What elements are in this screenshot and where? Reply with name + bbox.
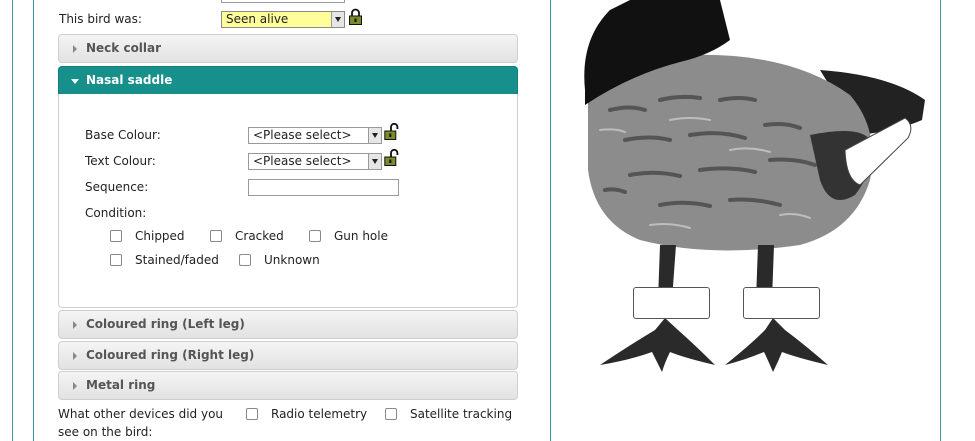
lock-open-icon[interactable]	[384, 149, 399, 166]
chevron-down-icon[interactable]	[368, 154, 381, 169]
base-colour-value: <Please select>	[253, 128, 352, 142]
chevron-right-icon	[73, 382, 77, 390]
cracked-label: Cracked	[235, 229, 284, 243]
accordion-metal-ring[interactable]: Metal ring	[58, 371, 518, 400]
devices-question-line2: see on the bird:	[58, 425, 153, 439]
right-leg-ring-slot[interactable]	[743, 287, 820, 319]
accordion-neck-collar-label: Neck collar	[86, 41, 162, 55]
accordion-left-leg[interactable]: Coloured ring (Left leg)	[58, 310, 518, 339]
satellite-tracking-checkbox[interactable]	[385, 408, 397, 420]
stained-faded-label: Stained/faded	[135, 253, 219, 267]
stained-faded-checkbox[interactable]	[110, 254, 122, 266]
goose-illustration	[570, 0, 940, 385]
lock-closed-icon[interactable]	[348, 8, 363, 25]
frame-mid	[550, 0, 551, 441]
base-colour-select[interactable]: <Please select>	[248, 127, 382, 144]
chipped-checkbox[interactable]	[110, 230, 122, 242]
accordion-right-leg-label: Coloured ring (Right leg)	[86, 348, 255, 362]
frame-left-outer	[12, 0, 13, 441]
bird-status-value: Seen alive	[226, 12, 289, 26]
gun-hole-label: Gun hole	[334, 229, 388, 243]
goose-drawing	[584, 0, 925, 372]
frame-left-inner	[33, 0, 34, 441]
bird-status-select[interactable]: Seen alive	[221, 11, 345, 28]
gun-hole-checkbox[interactable]	[309, 230, 321, 242]
text-colour-label: Text Colour:	[85, 154, 156, 168]
chevron-down-icon	[71, 79, 79, 84]
text-colour-value: <Please select>	[253, 154, 352, 168]
devices-question-line1: What other devices did you	[58, 407, 224, 421]
accordion-nasal-saddle[interactable]: Nasal saddle	[58, 66, 518, 95]
chevron-right-icon	[73, 321, 77, 329]
condition-label: Condition:	[85, 206, 147, 220]
accordion-neck-collar[interactable]: Neck collar	[58, 34, 518, 63]
unknown-label: Unknown	[264, 253, 320, 267]
radio-telemetry-label: Radio telemetry	[271, 407, 368, 421]
chevron-right-icon	[73, 352, 77, 360]
unknown-checkbox[interactable]	[239, 254, 251, 266]
left-leg-ring-slot[interactable]	[633, 287, 710, 319]
satellite-tracking-label: Satellite tracking	[410, 407, 513, 421]
previous-select-partial[interactable]	[221, 0, 345, 3]
chevron-down-icon[interactable]	[368, 128, 381, 143]
chipped-label: Chipped	[135, 229, 185, 243]
text-colour-select[interactable]: <Please select>	[248, 153, 382, 170]
accordion-nasal-saddle-label: Nasal saddle	[86, 73, 173, 87]
accordion-left-leg-label: Coloured ring (Left leg)	[86, 317, 245, 331]
sequence-label: Sequence:	[85, 180, 149, 194]
radio-telemetry-checkbox[interactable]	[246, 408, 258, 420]
base-colour-label: Base Colour:	[85, 128, 161, 142]
frame-right	[940, 0, 941, 441]
chevron-down-icon[interactable]	[331, 12, 344, 27]
lock-open-icon[interactable]	[384, 123, 399, 140]
accordion-right-leg[interactable]: Coloured ring (Right leg)	[58, 341, 518, 370]
bird-status-label: This bird was:	[59, 12, 142, 26]
accordion-metal-ring-label: Metal ring	[86, 378, 156, 392]
cracked-checkbox[interactable]	[210, 230, 222, 242]
chevron-right-icon	[73, 45, 77, 53]
sequence-input[interactable]	[248, 179, 399, 196]
